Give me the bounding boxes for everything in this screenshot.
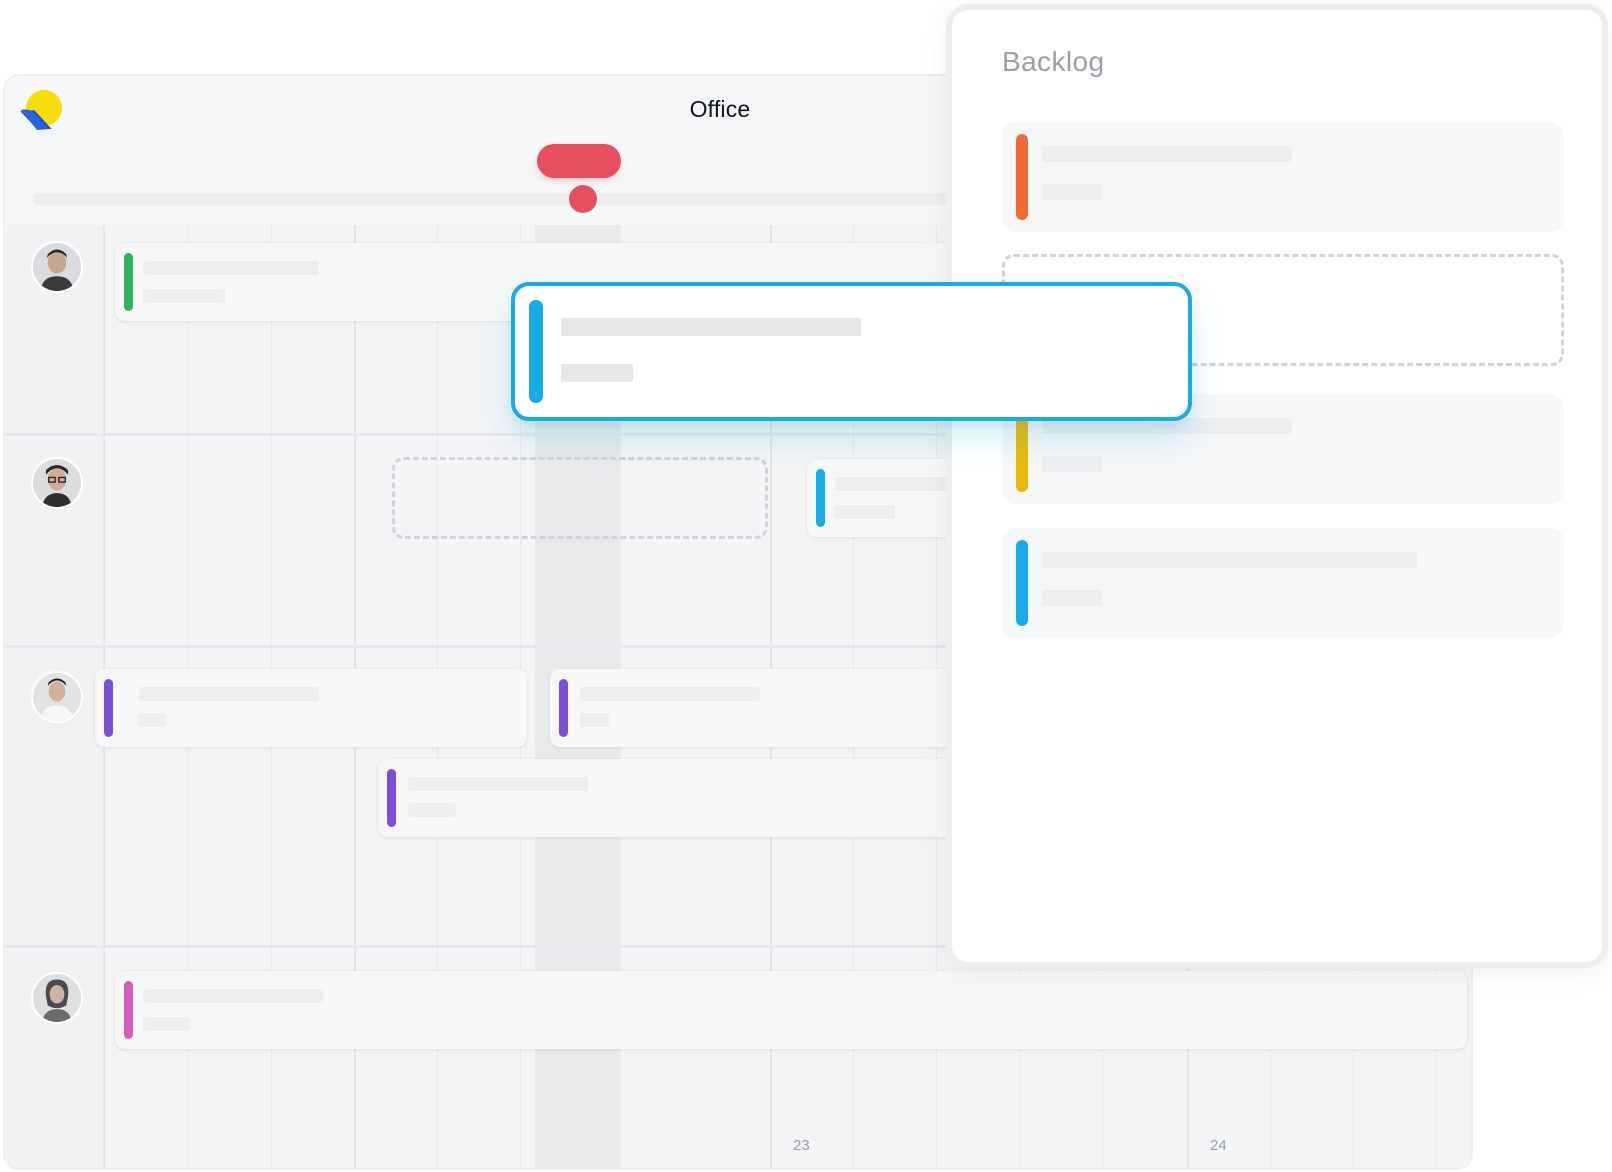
backlog-card[interactable]: [1002, 122, 1564, 232]
task-color-bar: [124, 253, 133, 311]
now-marker-dot: [569, 185, 597, 213]
backlog-panel: Backlog: [946, 4, 1608, 968]
app-logo-icon[interactable]: [17, 88, 65, 136]
dragged-task-card[interactable]: [511, 282, 1192, 421]
task-meta-placeholder: [1042, 184, 1102, 200]
task-meta-placeholder: [1042, 590, 1102, 606]
task-color-bar: [104, 679, 113, 737]
workspace-title[interactable]: Office: [605, 96, 835, 123]
task-color-bar: [1016, 540, 1028, 626]
task-card[interactable]: [378, 759, 970, 837]
task-meta-placeholder: [143, 1017, 189, 1031]
task-title-placeholder: [561, 318, 861, 336]
task-meta-placeholder: [1042, 456, 1102, 472]
task-color-bar: [387, 769, 396, 827]
avatar-person-2[interactable]: [31, 457, 83, 509]
task-card[interactable]: [95, 669, 527, 747]
task-meta-placeholder: [561, 364, 633, 382]
drop-target-slot[interactable]: [392, 457, 768, 539]
task-color-bar: [816, 469, 825, 527]
task-card[interactable]: [550, 669, 970, 747]
task-meta-placeholder: [408, 803, 456, 817]
backlog-card[interactable]: [1002, 528, 1564, 638]
task-meta-placeholder: [143, 289, 225, 303]
task-title-placeholder: [143, 989, 323, 1003]
task-title-placeholder: [143, 261, 318, 275]
now-marker-label: [537, 144, 621, 178]
task-meta-placeholder: [835, 505, 895, 519]
avatar-person-4[interactable]: [31, 972, 83, 1024]
page: Office 23 24 Backlog: [0, 0, 1612, 1172]
day-number: 24: [1210, 1137, 1227, 1154]
avatar-person-1[interactable]: [31, 241, 83, 293]
task-color-bar: [529, 300, 543, 403]
task-title-placeholder: [1042, 146, 1292, 162]
avatar-person-3[interactable]: [31, 671, 83, 723]
task-card[interactable]: [115, 971, 1467, 1049]
task-title-placeholder: [408, 777, 588, 791]
task-color-bar: [124, 981, 133, 1039]
task-meta-placeholder: [580, 713, 610, 727]
task-title-placeholder: [580, 687, 760, 701]
task-color-bar: [1016, 134, 1028, 220]
day-number: 23: [793, 1137, 810, 1154]
task-meta-placeholder: [139, 713, 165, 727]
task-title-placeholder: [1042, 552, 1417, 568]
task-card[interactable]: [807, 459, 967, 537]
task-title-placeholder: [139, 687, 319, 701]
backlog-title: Backlog: [1002, 46, 1105, 77]
task-color-bar: [559, 679, 568, 737]
task-title-placeholder: [835, 477, 955, 491]
